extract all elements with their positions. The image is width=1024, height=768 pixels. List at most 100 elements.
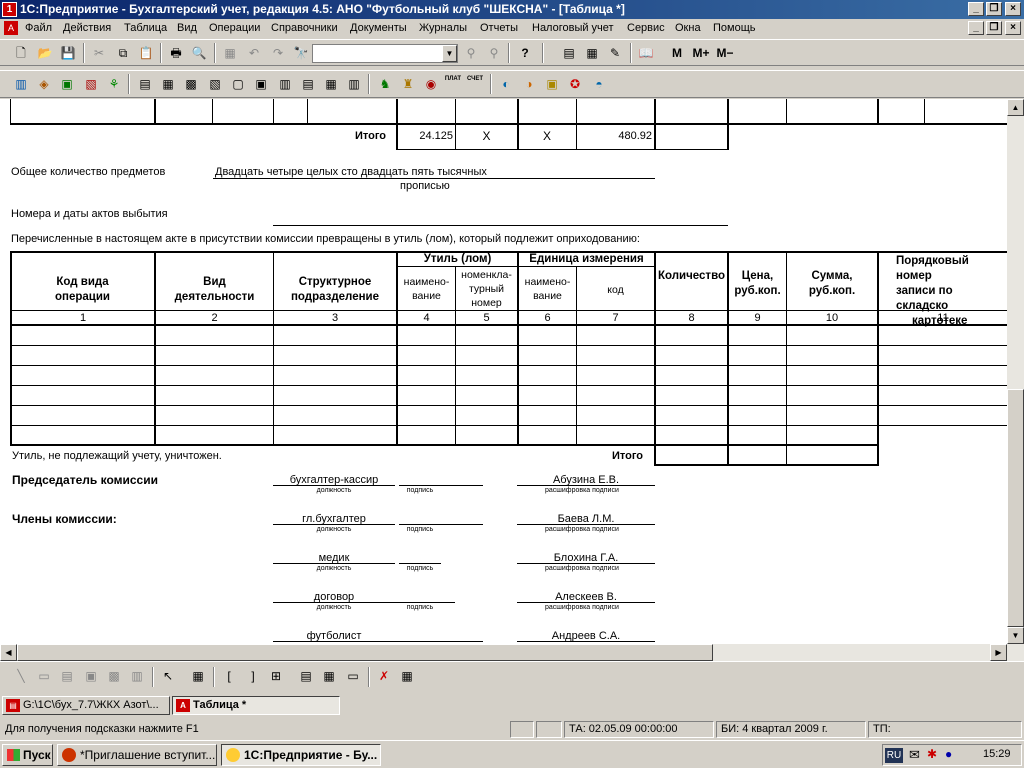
ruler-icon[interactable]: ▭ — [344, 667, 362, 685]
person-icon[interactable]: ♞ — [376, 75, 394, 93]
menu-documents[interactable]: Документы — [350, 21, 407, 36]
rectangle-tool-icon[interactable]: ▭ — [35, 667, 53, 685]
grid-icon[interactable]: ▦ — [221, 44, 239, 62]
chess-icon[interactable]: ▩ — [182, 75, 200, 93]
save-icon[interactable]: 💾 — [59, 44, 77, 62]
scroll-up-icon[interactable]: ▲ — [1007, 99, 1024, 116]
bank-icon[interactable]: ◉ — [422, 75, 440, 93]
hscroll-thumb[interactable] — [17, 644, 713, 661]
scroll-left-icon[interactable]: ◀ — [0, 644, 17, 661]
headers-icon[interactable]: ▤ — [297, 667, 315, 685]
align-icon[interactable]: ⊞ — [267, 667, 285, 685]
memory-button[interactable]: M — [668, 44, 686, 62]
operations-journal-icon[interactable]: ◈ — [35, 75, 53, 93]
open-icon[interactable]: 📂 — [36, 44, 54, 62]
menu-service[interactable]: Сервис — [627, 21, 665, 36]
search-combo[interactable]: ▼ — [312, 44, 458, 63]
balance-icon[interactable]: ▤ — [136, 75, 154, 93]
network-icon[interactable]: ● — [945, 747, 952, 761]
paste-icon[interactable]: 📋 — [137, 44, 155, 62]
restore-icon[interactable]: ❐ — [986, 2, 1002, 16]
gridlines-icon[interactable]: ▦ — [320, 667, 338, 685]
menu-operations[interactable]: Операции — [209, 21, 260, 36]
wizard-icon[interactable]: ✎ — [606, 44, 624, 62]
replace-icon[interactable]: ⚲ — [485, 44, 503, 62]
menu-references[interactable]: Справочники — [271, 21, 338, 36]
scroll-right-icon[interactable]: ▶ — [990, 644, 1007, 661]
analysis-icon[interactable]: ▧ — [206, 75, 224, 93]
calculator-icon[interactable]: ▤ — [560, 44, 578, 62]
summary-icon[interactable]: ▥ — [345, 75, 363, 93]
start-button[interactable]: Пуск — [2, 744, 53, 766]
main-book-icon[interactable]: ▤ — [299, 75, 317, 93]
table-grid-icon[interactable]: ▦ — [398, 667, 416, 685]
account-card-icon[interactable]: ▣ — [252, 75, 270, 93]
find-icon[interactable]: 🔭 — [292, 44, 310, 62]
new-icon[interactable]: 🗋 — [12, 44, 30, 62]
cut-icon[interactable]: ✂ — [90, 44, 108, 62]
menu-tax[interactable]: Налоговый учет — [532, 21, 614, 36]
help-icon[interactable]: ? — [516, 44, 534, 62]
globe-icon[interactable]: ◐ — [497, 75, 515, 93]
menu-file[interactable]: Файл — [25, 21, 52, 36]
properties-icon[interactable]: ▦ — [189, 667, 207, 685]
find-next-icon[interactable]: ⚲ — [462, 44, 480, 62]
transactions-icon[interactable]: ▣ — [58, 75, 76, 93]
update-icon[interactable]: ◓ — [590, 75, 608, 93]
chart-of-accounts-icon[interactable]: ▥ — [12, 75, 30, 93]
warehouse-icon[interactable]: ♜ — [399, 75, 417, 93]
refresh-icon[interactable]: ◑ — [520, 75, 538, 93]
chevron-down-icon[interactable]: ▼ — [442, 45, 457, 62]
menu-view[interactable]: Вид — [177, 21, 197, 36]
doc-close-icon[interactable]: × — [1005, 21, 1021, 35]
book-icon[interactable]: 📖 — [637, 44, 655, 62]
memory-plus-button[interactable]: M+ — [690, 44, 712, 62]
turnover-icon[interactable]: ▦ — [159, 75, 177, 93]
journal-order-icon[interactable]: ▥ — [276, 75, 294, 93]
mail-icon[interactable]: ✉ — [909, 747, 920, 763]
tools-icon[interactable]: ✪ — [566, 75, 584, 93]
pencil-icon[interactable]: ✗ — [375, 667, 393, 685]
calendar-icon[interactable]: ▦ — [583, 44, 601, 62]
bracket-right-icon[interactable]: ] — [244, 667, 262, 685]
constants-icon[interactable]: ⚘ — [105, 75, 123, 93]
redo-icon[interactable]: ↷ — [269, 44, 287, 62]
picture-tool-icon[interactable]: ▣ — [82, 667, 100, 685]
text-tool-icon[interactable]: ▤ — [58, 667, 76, 685]
doc-restore-icon[interactable]: ❐ — [986, 21, 1002, 35]
print-preview-icon[interactable]: 🔍 — [190, 44, 208, 62]
window-tab-path[interactable]: ▤ G:\1С\бух_7.7\ЖКХ Азот\... — [2, 696, 170, 715]
doc-minimize-icon[interactable]: _ — [968, 21, 984, 35]
print-icon[interactable]: 🖶 — [167, 44, 185, 62]
close-icon[interactable]: × — [1005, 2, 1021, 16]
ledger-icon[interactable]: ▦ — [322, 75, 340, 93]
document-icon[interactable]: A — [4, 21, 18, 35]
menu-reports[interactable]: Отчеты — [480, 21, 518, 36]
menu-windows[interactable]: Окна — [675, 21, 701, 36]
bracket-left-icon[interactable]: [ — [220, 667, 238, 685]
antivirus-icon[interactable]: ✱ — [927, 747, 937, 761]
report-icon[interactable]: ▢ — [229, 75, 247, 93]
task-browser[interactable]: *Приглашение вступит... — [57, 744, 217, 766]
app-icon[interactable]: 1 — [2, 2, 17, 17]
spreadsheet-document[interactable]: Итого 24.125 X X 480.92 Общее количество… — [0, 99, 1007, 644]
task-1c[interactable]: 1С:Предприятие - Бу... — [221, 744, 381, 766]
window-tab-table[interactable]: A Таблица * — [172, 696, 340, 715]
menu-help[interactable]: Помощь — [713, 21, 756, 36]
menu-journals[interactable]: Журналы — [419, 21, 467, 36]
undo-icon[interactable]: ↶ — [245, 44, 263, 62]
vertical-scrollbar[interactable]: ▲ ▼ — [1007, 99, 1024, 644]
horizontal-scrollbar[interactable]: ◀ ▶ — [0, 644, 1024, 661]
invoice-button[interactable]: СЧЕТ — [466, 75, 484, 93]
archive-icon[interactable]: ▣ — [543, 75, 561, 93]
copy-icon[interactable]: ⧉ — [114, 44, 132, 62]
memory-minus-button[interactable]: M− — [714, 44, 736, 62]
storno-icon[interactable]: ▧ — [82, 75, 100, 93]
scroll-thumb[interactable] — [1007, 389, 1024, 627]
chart-tool-icon[interactable]: ▥ — [128, 667, 146, 685]
payment-order-button[interactable]: ПЛАТ — [444, 75, 462, 93]
line-tool-icon[interactable]: ╲ — [12, 667, 30, 685]
scroll-down-icon[interactable]: ▼ — [1007, 627, 1024, 644]
minimize-icon[interactable]: _ — [968, 2, 984, 16]
language-indicator[interactable]: RU — [885, 748, 903, 763]
